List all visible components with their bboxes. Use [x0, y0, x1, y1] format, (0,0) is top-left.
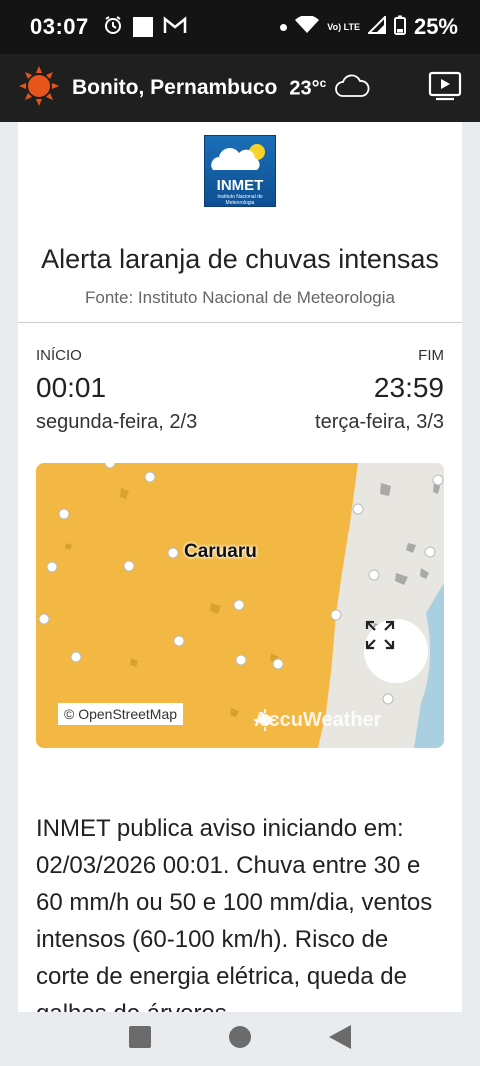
alert-card: INMET Instituto Nacional de Meteorologia… [18, 122, 462, 1012]
network-label: Vo) LTE [327, 22, 360, 32]
map-attribution[interactable]: © OpenStreetMap [58, 703, 184, 725]
inmet-logo: INMET Instituto Nacional de Meteorologia [204, 135, 276, 207]
expand-icon [365, 620, 395, 650]
end-date: terça-feira, 3/3 [315, 411, 444, 433]
location-name[interactable]: Bonito, Pernambuco [72, 76, 277, 100]
battery-percent: 25% [413, 14, 458, 39]
logo-text: INMET [216, 177, 264, 194]
sun-icon[interactable] [18, 65, 60, 112]
recents-button[interactable] [129, 1025, 151, 1053]
alert-source: Fonte: Instituto Nacional de Meteorologi… [85, 288, 395, 307]
start-label: INÍCIO [36, 347, 82, 364]
logo-subtext: Instituto Nacional de Meteorologia [217, 194, 263, 206]
start-date: segunda-feira, 2/3 [36, 411, 198, 433]
signal-icon [366, 14, 386, 39]
accuweather-sun-icon [254, 709, 276, 731]
alert-map[interactable]: Caruaru © OpenStreetMap AccuWeather [36, 463, 444, 748]
dot-icon [280, 23, 288, 31]
gmail-icon [163, 15, 187, 39]
app-bar: Bonito, Pernambuco 23°c [0, 54, 480, 122]
alarm-icon [103, 15, 123, 40]
alert-title: Alerta laranja de chuvas intensas [41, 244, 439, 274]
back-button[interactable] [329, 1024, 351, 1054]
alert-description: INMET publica aviso iniciando em: 02/03/… [36, 815, 433, 1012]
cloud-icon [334, 74, 370, 103]
battery-icon [393, 15, 406, 40]
divider [18, 322, 462, 323]
wifi-icon [295, 14, 320, 39]
end-label: FIM [418, 347, 444, 364]
start-time: 00:01 [36, 372, 107, 403]
map-city-label: Caruaru [184, 541, 257, 562]
temperature-unit: c [319, 75, 327, 90]
end-time: 23:59 [373, 372, 444, 403]
system-nav-bar [0, 1012, 480, 1066]
status-bar: 03:07 Vo) LTE 25% [0, 0, 480, 54]
current-temperature: 23°c [289, 75, 327, 100]
video-icon[interactable] [428, 71, 462, 106]
clock: 03:07 [30, 14, 89, 39]
map-watermark: AccuWeather [254, 709, 381, 732]
home-button[interactable] [229, 1025, 251, 1053]
notification-square-icon [132, 17, 153, 37]
expand-map-button[interactable] [364, 619, 428, 683]
